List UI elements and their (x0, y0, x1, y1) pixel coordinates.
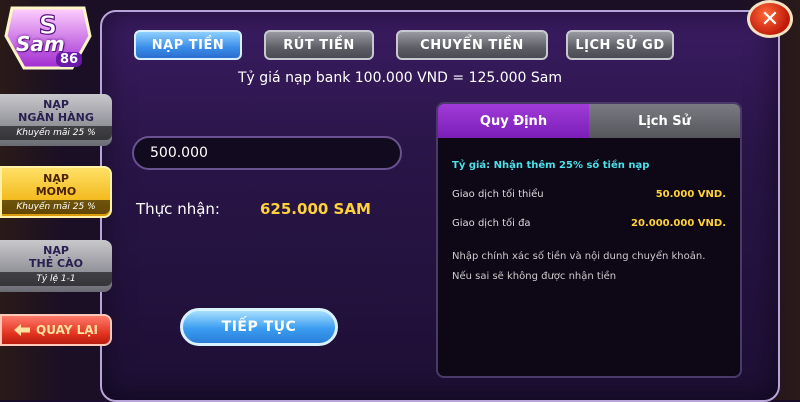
rate-bonus-text: Tỷ giá: Nhận thêm 25% số tiền nạp (452, 160, 650, 171)
tab-history-label: LỊCH SỬ GD (575, 37, 665, 53)
min-transaction-value: 50.000 VND. (655, 189, 726, 200)
min-transaction-label: Giao dịch tối thiểu (452, 189, 544, 200)
close-icon: ✕ (760, 6, 780, 32)
transfer-note: Nhập chính xác số tiền và nội dung chuyể… (452, 251, 706, 282)
game-logo: S Sam 86 (2, 2, 94, 74)
sidebar-item-bank-promo: Khuyến mãi 25 % (0, 126, 112, 140)
max-transaction-value: 20.000.000 VND. (631, 218, 726, 229)
receive-value: 625.000 SAM (260, 200, 371, 218)
info-panel: Quy Định Lịch Sử Tỷ giá: Nhận thêm 25% s… (436, 102, 742, 378)
info-body: Tỷ giá: Nhận thêm 25% số tiền nạp Giao d… (438, 138, 740, 295)
continue-button-label: TIẾP TỤC (221, 319, 297, 335)
receive-label: Thực nhận: (136, 200, 220, 218)
tab-withdraw-label: RÚT TIỀN (283, 37, 355, 53)
amount-input[interactable]: 500.000 (132, 136, 402, 170)
sidebar-item-bank-line2: NGÂN HÀNG (18, 111, 94, 124)
sidebar-item-bank-line1: NẠP (43, 98, 69, 111)
back-button-label: QUAY LẠI (36, 323, 98, 337)
min-transaction-row: Giao dịch tối thiểu 50.000 VND. (452, 189, 726, 200)
logo-subtext: 86 (56, 52, 83, 67)
arrow-left-icon (14, 324, 30, 336)
tab-deposit[interactable]: NẠP TIỀN (134, 30, 242, 60)
tab-transaction-history[interactable]: Lịch Sử (589, 104, 740, 138)
sidebar-item-card-promo: Tỷ lệ 1-1 (0, 272, 112, 286)
sidebar-item-card-line2: THẺ CÀO (29, 257, 83, 270)
sidebar-item-card-line1: NẠP (43, 244, 69, 257)
sidebar-item-card[interactable]: NẠP THẺ CÀO Tỷ lệ 1-1 (0, 240, 112, 292)
exchange-rate-text: Tỷ giá nạp bank 100.000 VND = 125.000 Sa… (237, 70, 563, 86)
max-transaction-row: Giao dịch tối đa 20.000.000 VND. (452, 218, 726, 229)
max-transaction-label: Giao dịch tối đa (452, 218, 531, 229)
info-tabs: Quy Định Lịch Sử (438, 104, 740, 138)
back-button[interactable]: QUAY LẠI (0, 314, 112, 346)
tab-withdraw[interactable]: RÚT TIỀN (264, 30, 374, 60)
tab-transfer[interactable]: CHUYỂN TIỀN (396, 30, 548, 60)
sidebar-item-momo-promo: Khuyến mãi 25 % (2, 200, 110, 214)
tab-transfer-label: CHUYỂN TIỀN (420, 37, 524, 53)
tab-rules[interactable]: Quy Định (438, 104, 589, 138)
sidebar-item-bank[interactable]: NẠP NGÂN HÀNG Khuyến mãi 25 % (0, 94, 112, 146)
sidebar-item-momo-line1: NẠP (43, 172, 69, 185)
sidebar-item-momo-line2: MOMO (35, 185, 77, 198)
continue-button[interactable]: TIẾP TỤC (180, 308, 338, 346)
tab-history[interactable]: LỊCH SỬ GD (566, 30, 674, 60)
tab-deposit-label: NẠP TIỀN (151, 37, 225, 53)
close-button[interactable]: ✕ (747, 0, 793, 38)
sidebar-item-momo[interactable]: NẠP MOMO Khuyến mãi 25 % (0, 166, 112, 218)
